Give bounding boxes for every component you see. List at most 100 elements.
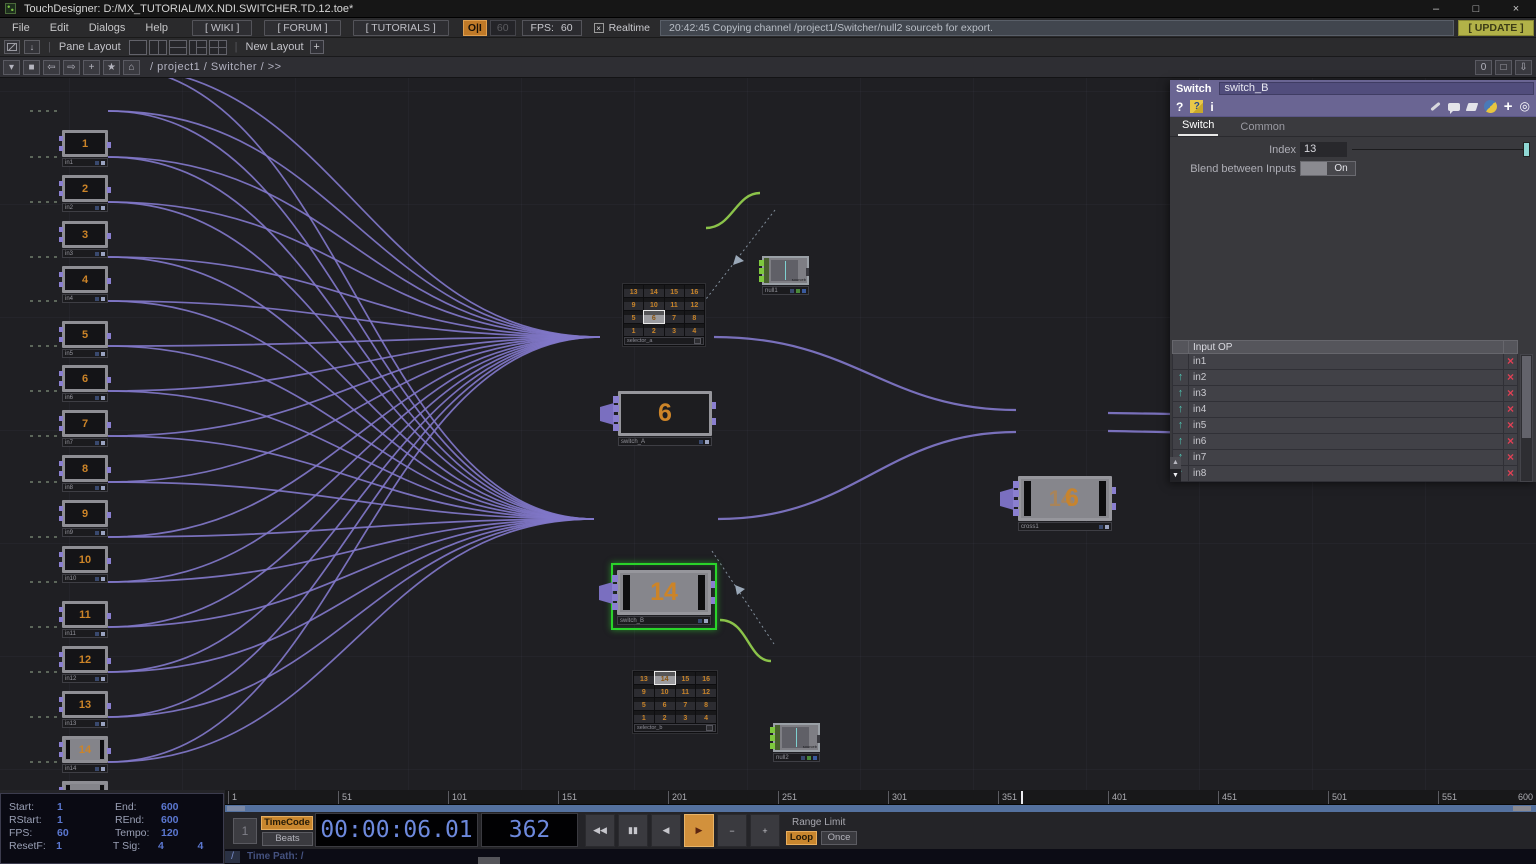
selector-expand-button[interactable] — [694, 338, 701, 344]
output-connector[interactable] — [107, 558, 111, 564]
setting-value[interactable]: 4 — [198, 840, 223, 852]
selector-cell-7[interactable]: 7 — [665, 311, 684, 323]
input-connector[interactable] — [612, 584, 618, 591]
close-button[interactable]: × — [1496, 0, 1536, 18]
input-op-row[interactable]: ↑in3× — [1172, 386, 1518, 402]
node-flag[interactable] — [705, 440, 709, 444]
top-node-in10[interactable]: 10in10 — [62, 546, 108, 583]
top-node-switch_B[interactable]: 14switch_B — [617, 570, 711, 625]
selector-grid-selector_b[interactable]: 13141516910111256781234selector_b — [632, 670, 718, 734]
fps-display[interactable]: FPS: 60 — [522, 20, 582, 36]
selector-cell-4[interactable]: 4 — [696, 711, 716, 723]
selector-grid-selector_a[interactable]: 13141516910111256781234selector_a — [622, 283, 706, 347]
output-connector[interactable] — [712, 418, 716, 425]
eraser-icon[interactable] — [1465, 103, 1478, 111]
output-connector[interactable] — [107, 278, 111, 284]
input-connector[interactable] — [759, 260, 764, 266]
jump-to-start-button[interactable]: ◀◀ — [585, 814, 615, 847]
step-forward-button[interactable]: + — [750, 814, 780, 847]
time-path-button[interactable]: / — [225, 851, 240, 863]
node-flag[interactable] — [95, 486, 99, 490]
layout-grid-button[interactable] — [209, 40, 227, 55]
oi-toggle[interactable]: O|I — [463, 20, 487, 36]
output-connector[interactable] — [107, 422, 111, 428]
save-layout-icon[interactable]: ↓ — [24, 40, 40, 54]
step-back-button[interactable]: − — [717, 814, 747, 847]
node-flag[interactable] — [101, 486, 105, 490]
input-connector[interactable] — [612, 575, 618, 582]
selector-cell-3[interactable]: 3 — [665, 324, 684, 336]
setting-value[interactable]: 120 — [161, 827, 187, 839]
setting-value[interactable]: 600 — [161, 814, 187, 826]
node-flag[interactable] — [807, 756, 811, 760]
selector-cell-3[interactable]: 3 — [676, 711, 696, 723]
setting-value[interactable]: 1 — [56, 840, 113, 852]
output-connector[interactable] — [107, 377, 111, 383]
delete-row-icon[interactable]: × — [1503, 354, 1517, 369]
delete-row-icon[interactable]: × — [1503, 418, 1517, 433]
selector-cell-10[interactable]: 10 — [644, 298, 663, 310]
setting-value[interactable]: 60 — [57, 827, 115, 839]
setting-value[interactable]: 1 — [57, 801, 115, 813]
node-flag[interactable] — [704, 619, 708, 623]
input-op-name[interactable]: in2 — [1189, 370, 1503, 385]
output-connector[interactable] — [107, 233, 111, 239]
delete-row-icon[interactable]: × — [1503, 434, 1517, 449]
top-node-in14[interactable]: 14in14 — [62, 736, 108, 773]
selector-cell-13[interactable]: 13 — [634, 672, 654, 684]
output-connector[interactable] — [107, 467, 111, 473]
input-connector[interactable] — [613, 424, 619, 431]
output-connector[interactable] — [711, 597, 715, 604]
selector-cell-15[interactable]: 15 — [665, 285, 684, 297]
node-flag[interactable] — [101, 722, 105, 726]
node-flag[interactable] — [802, 289, 806, 293]
selector-cell-16[interactable]: 16 — [685, 285, 704, 297]
node-flag[interactable] — [1105, 525, 1109, 529]
setting-value[interactable]: 4 — [158, 840, 183, 852]
delete-row-icon[interactable]: × — [1503, 370, 1517, 385]
selector-cell-13[interactable]: 13 — [624, 285, 643, 297]
forward-button[interactable]: ⇨ — [63, 60, 80, 75]
add-bookmark-button[interactable]: + — [83, 60, 100, 75]
scroll-down-icon[interactable]: ▼ — [1170, 469, 1181, 482]
node-flag[interactable] — [101, 632, 105, 636]
breadcrumb[interactable]: / project1 / Switcher / >> — [150, 61, 282, 73]
node-flag[interactable] — [95, 161, 99, 165]
timeline-handle[interactable] — [478, 857, 500, 864]
top-node-in3[interactable]: 3in3 — [62, 221, 108, 258]
node-flag[interactable] — [101, 161, 105, 165]
output-connector[interactable] — [107, 187, 111, 193]
node-flag[interactable] — [95, 767, 99, 771]
selector-cell-2[interactable]: 2 — [644, 324, 663, 336]
input-connector[interactable] — [1013, 500, 1019, 507]
input-op-name[interactable]: in3 — [1189, 386, 1503, 401]
node-flag[interactable] — [101, 396, 105, 400]
input-connector[interactable] — [770, 743, 775, 749]
tab-common[interactable]: Common — [1236, 119, 1289, 136]
window-popout-icon[interactable]: □ — [1495, 60, 1512, 75]
node-flag[interactable] — [95, 352, 99, 356]
selector-expand-button[interactable] — [706, 725, 713, 731]
playhead-marker[interactable] — [1021, 791, 1023, 804]
table-scrollbar[interactable] — [1520, 354, 1533, 482]
pin-down-icon[interactable]: ⇩ — [1515, 60, 1532, 75]
top-node-in7[interactable]: 7in7 — [62, 410, 108, 447]
delete-row-icon[interactable]: × — [1503, 386, 1517, 401]
input-connector[interactable] — [770, 735, 775, 741]
setting-value[interactable]: 1 — [57, 814, 115, 826]
node-flag[interactable] — [101, 441, 105, 445]
selector-cell-14[interactable]: 14 — [655, 672, 675, 684]
move-up-icon[interactable] — [1173, 354, 1189, 369]
input-op-name[interactable]: in6 — [1189, 434, 1503, 449]
input-connector[interactable] — [612, 594, 618, 601]
realtime-toggle[interactable]: × Realtime — [594, 22, 650, 34]
link-tutorials[interactable]: [ TUTORIALS ] — [353, 20, 449, 36]
selector-cell-1[interactable]: 1 — [624, 324, 643, 336]
output-connector[interactable] — [107, 142, 111, 148]
selector-cell-12[interactable]: 12 — [696, 685, 716, 697]
node-flag[interactable] — [813, 756, 817, 760]
node-flag[interactable] — [101, 677, 105, 681]
node-flag[interactable] — [790, 289, 794, 293]
selector-cell-2[interactable]: 2 — [655, 711, 675, 723]
layout-vsplit-button[interactable] — [149, 40, 167, 55]
